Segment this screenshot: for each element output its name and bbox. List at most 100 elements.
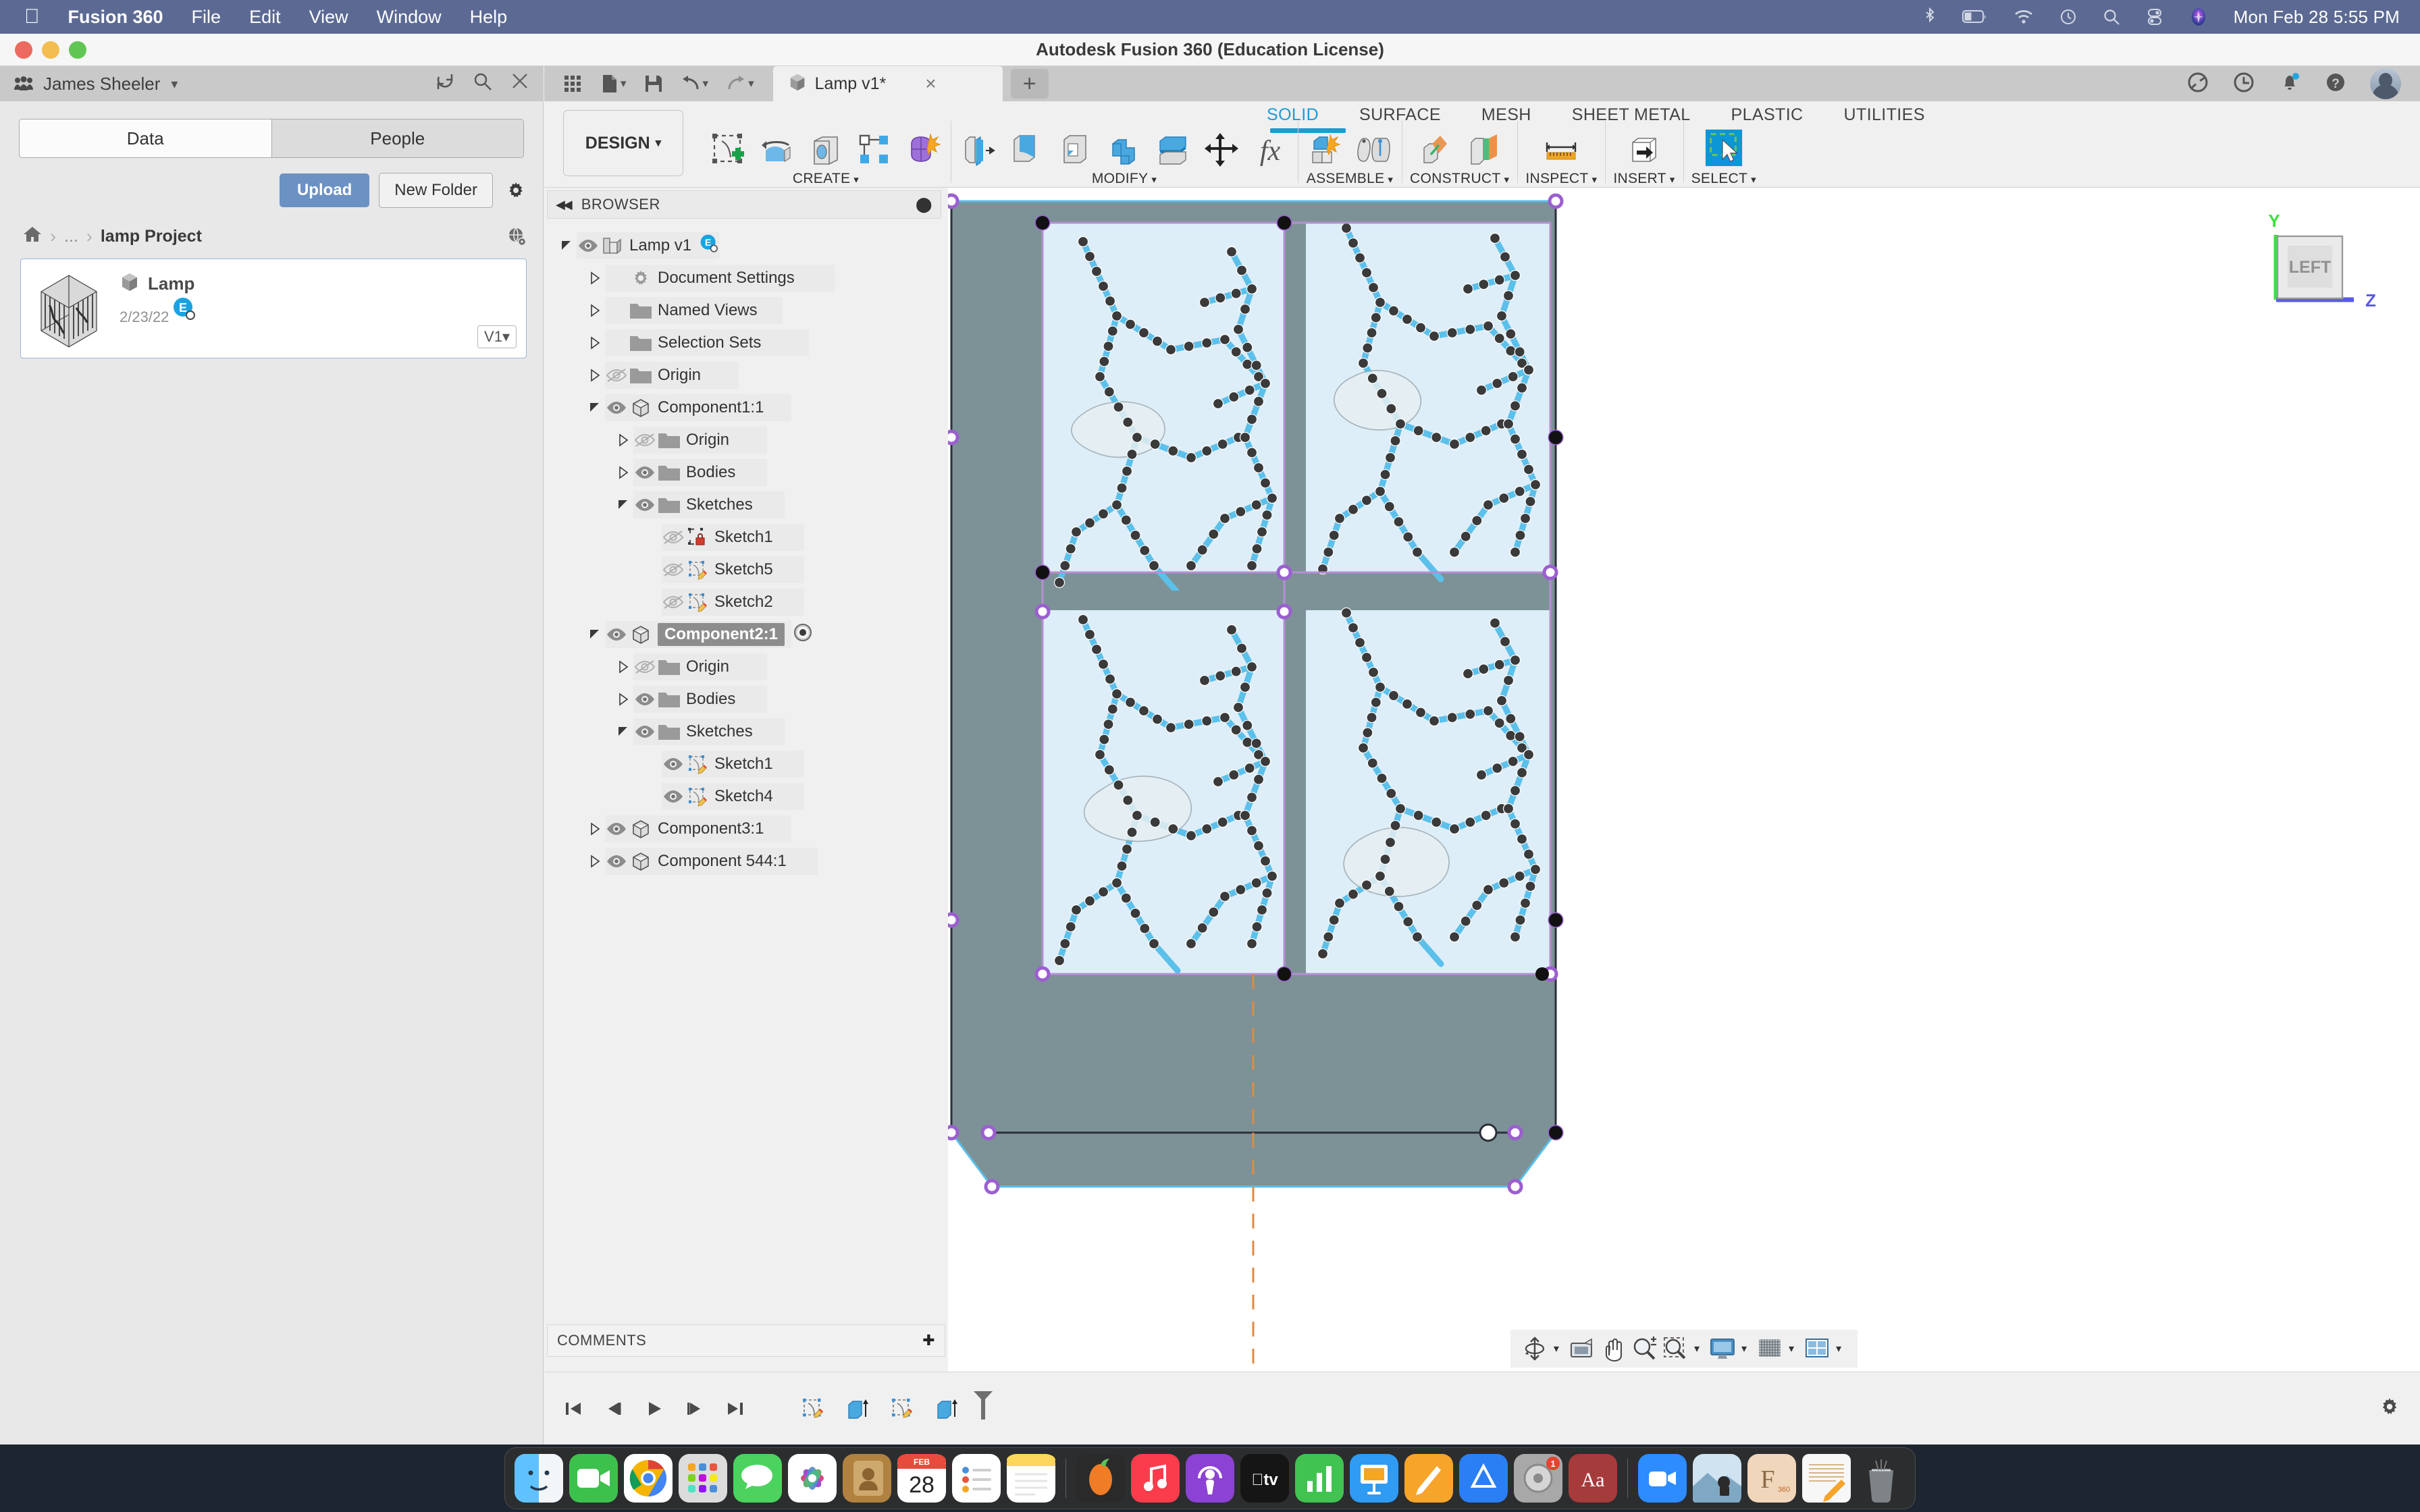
menu-item-file[interactable]: File bbox=[192, 7, 221, 28]
visibility-off-icon[interactable] bbox=[605, 368, 628, 383]
sketch-point[interactable] bbox=[1362, 495, 1372, 506]
visibility-on-icon[interactable] bbox=[633, 497, 656, 512]
twisty-expanded-icon[interactable] bbox=[556, 239, 577, 252]
sketch-point[interactable] bbox=[1521, 514, 1531, 524]
sketch-point[interactable] bbox=[1479, 664, 1489, 674]
sketch-point[interactable] bbox=[1247, 792, 1257, 803]
sketch-point[interactable] bbox=[1140, 545, 1150, 556]
menu-item-fusion360[interactable]: Fusion 360 bbox=[68, 7, 163, 28]
tree-item-bodies[interactable]: Bodies bbox=[544, 456, 948, 489]
sketch-point[interactable] bbox=[1202, 716, 1212, 726]
dock-item-numbers[interactable] bbox=[1295, 1454, 1344, 1503]
sketch-point[interactable] bbox=[1227, 625, 1237, 635]
form-icon[interactable] bbox=[903, 129, 943, 168]
sketch-point[interactable] bbox=[1244, 763, 1255, 774]
visibility-off-icon[interactable] bbox=[662, 530, 685, 545]
sketch-point[interactable] bbox=[1506, 713, 1516, 724]
dock-item-photos[interactable] bbox=[788, 1454, 837, 1503]
new-tab-button[interactable]: + bbox=[1011, 69, 1049, 99]
tree-item-sketch4[interactable]: Sketch4 bbox=[544, 780, 948, 813]
apple-icon[interactable]:  bbox=[24, 7, 40, 27]
sketch-point[interactable] bbox=[1257, 527, 1267, 537]
sketch-point[interactable] bbox=[1242, 720, 1253, 730]
sketch-point[interactable] bbox=[1060, 561, 1070, 571]
play-icon[interactable] bbox=[644, 1399, 664, 1419]
breadcrumb-ellipsis[interactable]: ... bbox=[64, 227, 78, 246]
tree-item-origin[interactable]: Origin bbox=[544, 424, 948, 456]
account-avatar[interactable] bbox=[2370, 68, 2401, 99]
chevron-down-icon[interactable]: ▾ bbox=[1592, 174, 1598, 186]
sketch-point[interactable] bbox=[1209, 529, 1219, 539]
sketch-point[interactable] bbox=[1240, 304, 1251, 315]
sketch-point[interactable] bbox=[1247, 826, 1257, 836]
dock-item-calendar[interactable]: FEB28 bbox=[897, 1454, 946, 1503]
time-machine-icon[interactable] bbox=[2059, 8, 2077, 26]
sketch-point[interactable] bbox=[1234, 703, 1244, 713]
twisty-collapsed-icon[interactable] bbox=[585, 304, 605, 317]
sketch-point[interactable] bbox=[1429, 716, 1440, 726]
sketch-point[interactable] bbox=[1515, 732, 1525, 742]
select-icon[interactable] bbox=[1704, 129, 1743, 168]
undo-icon[interactable]: ▾ bbox=[681, 75, 709, 92]
add-comment-icon[interactable]: ✚ bbox=[922, 1332, 935, 1349]
dock-item-system-preferences[interactable]: 1 bbox=[1514, 1454, 1562, 1503]
sketch-point[interactable] bbox=[1461, 916, 1471, 926]
tree-item-bodies[interactable]: Bodies bbox=[544, 683, 948, 716]
sketch-point[interactable] bbox=[1403, 532, 1413, 542]
sketch-point[interactable] bbox=[1524, 365, 1534, 375]
dock-item-dictionary[interactable]: Aa bbox=[1569, 1454, 1617, 1503]
comments-panel[interactable]: COMMENTS ✚ bbox=[547, 1324, 945, 1357]
chevron-down-icon[interactable]: ▾ bbox=[1751, 174, 1756, 186]
tree-item-origin[interactable]: Origin bbox=[544, 651, 948, 683]
sketch-point[interactable] bbox=[1515, 871, 1525, 882]
sketch-point[interactable] bbox=[1335, 898, 1345, 909]
sketch-point[interactable] bbox=[1055, 956, 1065, 966]
bluetooth-icon[interactable] bbox=[1923, 7, 1937, 27]
sketch-point[interactable] bbox=[1060, 939, 1070, 949]
sketch-point[interactable] bbox=[1483, 321, 1494, 331]
sketch-point[interactable] bbox=[1323, 932, 1334, 942]
sketch-point[interactable] bbox=[1247, 284, 1257, 294]
sketch-point[interactable] bbox=[1220, 514, 1230, 524]
collapse-left-icon[interactable]: ◀◀ bbox=[556, 198, 571, 212]
sketch-point[interactable] bbox=[1126, 319, 1136, 329]
sketch-point[interactable] bbox=[1375, 682, 1386, 693]
sketch-point[interactable] bbox=[1252, 922, 1262, 932]
inspect-label[interactable]: INSPECT bbox=[1525, 171, 1588, 186]
sketch-point[interactable] bbox=[1166, 723, 1176, 733]
sketch-point[interactable] bbox=[1524, 849, 1534, 859]
sketch-point[interactable] bbox=[1254, 841, 1264, 851]
sketch-point[interactable] bbox=[1504, 676, 1514, 686]
sketch-point[interactable] bbox=[1510, 271, 1521, 281]
sketch-point[interactable] bbox=[1377, 389, 1387, 399]
dock-item-notes[interactable] bbox=[1007, 1454, 1055, 1503]
save-icon[interactable] bbox=[644, 74, 663, 93]
chevron-down-icon[interactable]: ▾ bbox=[1388, 174, 1393, 186]
dock-item-apple-tv[interactable]: tv bbox=[1240, 1454, 1289, 1503]
sketch-point[interactable] bbox=[1367, 713, 1377, 723]
sketch-point[interactable] bbox=[1508, 757, 1518, 767]
sketch-point[interactable] bbox=[1499, 493, 1509, 504]
sketch-point[interactable] bbox=[1483, 500, 1494, 510]
sketch-point[interactable] bbox=[1504, 291, 1514, 301]
timeline-settings-icon[interactable] bbox=[2378, 1395, 2401, 1422]
chevron-down-icon-5[interactable]: ▾ bbox=[1836, 1342, 1841, 1355]
go-to-beginning-icon[interactable] bbox=[563, 1399, 583, 1419]
tree-item-selection-sets[interactable]: Selection Sets bbox=[544, 327, 948, 359]
visibility-on-icon[interactable] bbox=[633, 465, 656, 480]
sketch-point[interactable] bbox=[1103, 720, 1113, 730]
sketch-point[interactable] bbox=[1465, 817, 1475, 828]
sketch-point[interactable] bbox=[1215, 671, 1226, 681]
sketch-point[interactable] bbox=[1121, 515, 1131, 525]
chevron-down-icon[interactable]: ▾ bbox=[1670, 174, 1675, 186]
grid-snaps-icon[interactable] bbox=[1756, 1335, 1783, 1362]
sketch-point[interactable] bbox=[1072, 527, 1082, 537]
measure-icon[interactable] bbox=[1542, 129, 1581, 168]
sketch-point[interactable] bbox=[1431, 433, 1442, 443]
extensions-icon[interactable] bbox=[2186, 71, 2209, 97]
sketch-point[interactable] bbox=[1184, 342, 1194, 352]
sketch-point[interactable] bbox=[1380, 470, 1390, 480]
dock-item-launchpad[interactable] bbox=[679, 1454, 727, 1503]
file-card[interactable]: Lamp 2/23/22 E V1▾ bbox=[20, 259, 527, 358]
sketch-point[interactable] bbox=[1078, 615, 1088, 625]
